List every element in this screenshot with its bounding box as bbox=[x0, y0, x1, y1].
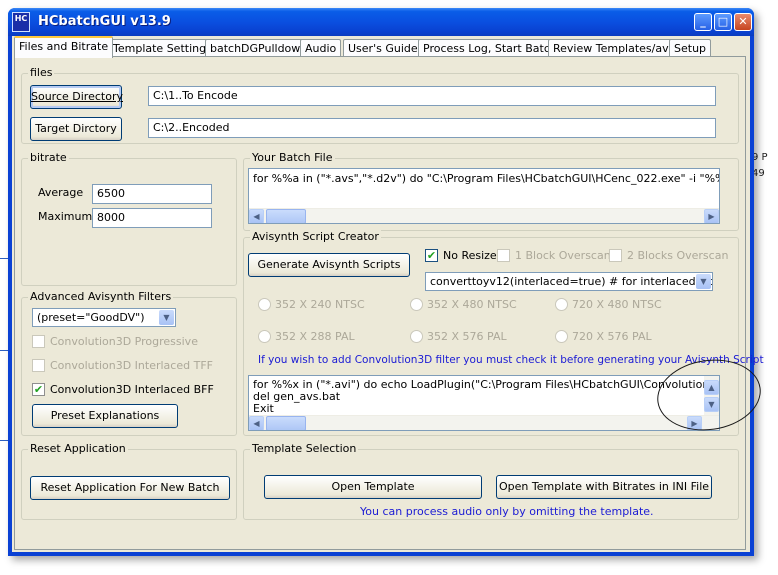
generate-avisynth-button[interactable]: Generate Avisynth Scripts bbox=[248, 253, 410, 277]
target-directory-field[interactable]: C:\2..Encoded bbox=[148, 118, 716, 138]
no-resize-checkbox[interactable]: ✔ bbox=[425, 249, 438, 262]
convert-select-value: converttoyv12(interlaced=true) # for int… bbox=[430, 275, 713, 288]
advanced-filters-group: Advanced Avisynth Filters (preset="GoodD… bbox=[21, 290, 237, 436]
chevron-down-icon[interactable]: ▼ bbox=[696, 274, 711, 289]
target-directory-button[interactable]: Target Dirctory bbox=[30, 117, 122, 141]
batch-file-group-label: Your Batch File bbox=[250, 151, 335, 164]
conv3d-tff-checkbox[interactable] bbox=[32, 359, 45, 372]
batch-file-group: Your Batch File for %%a in ("*.avs","*.d… bbox=[243, 151, 739, 231]
no-resize-label: No Resize bbox=[443, 249, 497, 262]
open-template-button[interactable]: Open Template bbox=[264, 475, 482, 499]
chevron-down-icon[interactable]: ▼ bbox=[159, 310, 174, 325]
window-title: HCbatchGUI v13.9 bbox=[38, 14, 171, 29]
tab-review-templates[interactable]: Review Templates/avs bbox=[548, 39, 680, 57]
files-group: files Source Directory C:\1..To Encode T… bbox=[21, 66, 739, 144]
close-button[interactable]: ✕ bbox=[734, 13, 752, 31]
advanced-filters-group-label: Advanced Avisynth Filters bbox=[28, 290, 174, 303]
radio-352x288-pal-label: 352 X 288 PAL bbox=[275, 330, 355, 343]
scroll-right-icon[interactable]: ▶ bbox=[704, 209, 719, 223]
scroll-thumb[interactable] bbox=[266, 416, 306, 430]
conv3d-tff-label: Convolution3D Interlaced TFF bbox=[50, 359, 213, 372]
radio-352x480-ntsc[interactable] bbox=[410, 298, 423, 311]
batch-file-text: for %%a in ("*.avs","*.d2v") do "C:\Prog… bbox=[253, 172, 719, 185]
preset-select[interactable]: (preset="GoodDV") ▼ bbox=[32, 308, 176, 327]
audio-only-note: You can process audio only by omitting t… bbox=[360, 505, 654, 518]
avisynth-script-textarea[interactable]: for %%x in ("*.avi") do echo LoadPlugin(… bbox=[248, 375, 720, 431]
source-directory-field[interactable]: C:\1..To Encode bbox=[148, 86, 716, 106]
tab-process-log[interactable]: Process Log, Start Batch bbox=[418, 39, 562, 57]
tab-template-settings[interactable]: Template Settings bbox=[108, 39, 217, 57]
script-line: Exit bbox=[253, 402, 274, 415]
template-selection-group-label: Template Selection bbox=[250, 442, 359, 455]
convert-select[interactable]: converttoyv12(interlaced=true) # for int… bbox=[425, 272, 713, 291]
radio-352x576-pal-label: 352 X 576 PAL bbox=[427, 330, 507, 343]
conv3d-progressive-label: Convolution3D Progressive bbox=[50, 335, 198, 348]
conv3d-progressive-checkbox[interactable] bbox=[32, 335, 45, 348]
open-template-ini-button[interactable]: Open Template with Bitrates in INI File bbox=[496, 475, 712, 499]
one-block-overscan-label: 1 Block Overscan bbox=[515, 249, 611, 262]
tab-setup[interactable]: Setup bbox=[669, 39, 712, 57]
conv3d-bff-checkbox[interactable]: ✔ bbox=[32, 383, 45, 396]
batch-file-hscrollbar[interactable]: ◀ ▶ bbox=[249, 208, 719, 223]
reset-application-button[interactable]: Reset Application For New Batch bbox=[30, 476, 230, 500]
desktop-fragment-text: 9 P bbox=[752, 152, 768, 163]
scroll-thumb[interactable] bbox=[266, 209, 306, 223]
bitrate-group-label: bitrate bbox=[28, 151, 69, 164]
source-directory-label: Source Directory bbox=[31, 90, 123, 103]
reset-application-group-label: Reset Application bbox=[28, 442, 128, 455]
scroll-left-icon[interactable]: ◀ bbox=[249, 416, 264, 430]
radio-720x480-ntsc-label: 720 X 480 NTSC bbox=[572, 298, 662, 311]
reset-application-group: Reset Application Reset Application For … bbox=[21, 442, 237, 520]
radio-720x576-pal[interactable] bbox=[555, 330, 568, 343]
scroll-left-icon[interactable]: ◀ bbox=[249, 209, 264, 223]
radio-352x240-ntsc-label: 352 X 240 NTSC bbox=[275, 298, 365, 311]
one-block-overscan-checkbox[interactable] bbox=[497, 249, 510, 262]
bitrate-group: bitrate Average 6500 Maximum 8000 bbox=[21, 151, 237, 286]
maximum-label: Maximum bbox=[38, 210, 93, 223]
preset-select-value: (preset="GoodDV") bbox=[37, 311, 145, 324]
radio-720x576-pal-label: 720 X 576 PAL bbox=[572, 330, 652, 343]
files-group-label: files bbox=[28, 66, 55, 79]
two-block-overscan-checkbox[interactable] bbox=[609, 249, 622, 262]
radio-352x480-ntsc-label: 352 X 480 NTSC bbox=[427, 298, 517, 311]
tab-files-and-bitrate[interactable]: Files and Bitrate bbox=[14, 36, 114, 58]
minimize-button[interactable]: _ bbox=[694, 13, 712, 31]
batch-file-textarea[interactable]: for %%a in ("*.avs","*.d2v") do "C:\Prog… bbox=[248, 168, 720, 224]
client-area: Files and Bitrate Template Settings batc… bbox=[12, 36, 764, 552]
app-icon: HC bbox=[12, 12, 30, 32]
source-directory-button[interactable]: Source Directory bbox=[30, 85, 123, 109]
maximize-button[interactable]: □ bbox=[714, 13, 732, 31]
radio-352x240-ntsc[interactable] bbox=[258, 298, 271, 311]
template-selection-group: Template Selection Open Template Open Te… bbox=[243, 442, 739, 520]
tab-audio[interactable]: Audio bbox=[300, 39, 342, 57]
maximum-bitrate-field[interactable]: 8000 bbox=[92, 208, 212, 228]
radio-352x288-pal[interactable] bbox=[258, 330, 271, 343]
preset-explanations-button[interactable]: Preset Explanations bbox=[32, 404, 178, 428]
tab-users-guide[interactable]: User's Guide bbox=[343, 39, 423, 57]
average-label: Average bbox=[38, 186, 84, 199]
script-hscrollbar[interactable]: ◀ ▶ bbox=[249, 415, 719, 430]
radio-352x576-pal[interactable] bbox=[410, 330, 423, 343]
avisynth-creator-group-label: Avisynth Script Creator bbox=[250, 230, 381, 243]
panel-background: files Source Directory C:\1..To Encode T… bbox=[15, 57, 764, 549]
app-window: HC HCbatchGUI v13.9 _ □ ✕ Files and Bitr… bbox=[8, 8, 764, 556]
tab-batchdgpulldown[interactable]: batchDGPulldown bbox=[205, 39, 313, 57]
average-bitrate-field[interactable]: 6500 bbox=[92, 184, 212, 204]
tab-panel: files Source Directory C:\1..To Encode T… bbox=[14, 56, 764, 550]
conv3d-bff-label: Convolution3D Interlaced BFF bbox=[50, 383, 214, 396]
two-block-overscan-label: 2 Blocks Overscan bbox=[627, 249, 729, 262]
title-bar[interactable]: HC HCbatchGUI v13.9 _ □ ✕ bbox=[8, 8, 754, 36]
radio-720x480-ntsc[interactable] bbox=[555, 298, 568, 311]
